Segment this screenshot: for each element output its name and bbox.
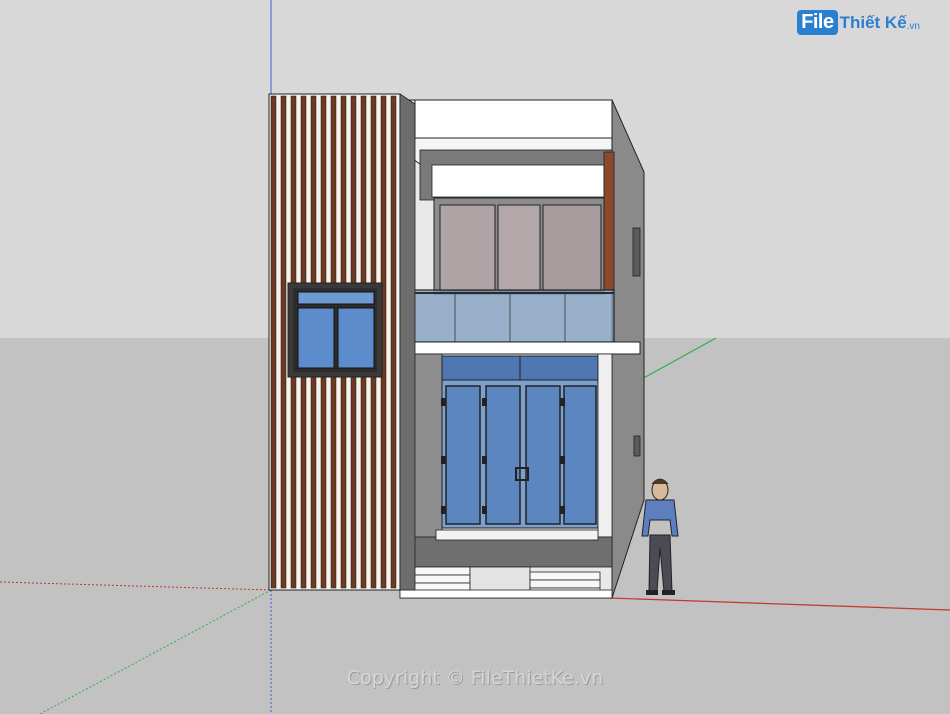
model-viewport[interactable]: File Thiết Kế .vn Copyright © FileThietK… (0, 0, 950, 714)
tower-window-left-pane (297, 307, 335, 369)
upper-glass-2 (497, 204, 541, 292)
balcony-slab (399, 341, 641, 355)
scene-canvas (0, 0, 950, 714)
entry-pier (597, 353, 613, 538)
louver-tower-side (399, 93, 416, 591)
tower-window-top-light (297, 291, 375, 305)
logo-brand-text: Thiết Kế (839, 12, 907, 32)
side-window-lower (633, 435, 641, 457)
logo-tld-text: .vn (906, 21, 920, 32)
louver-slat (390, 95, 397, 589)
ramp (469, 566, 531, 594)
plinth (399, 589, 613, 599)
louver-slat (280, 95, 287, 589)
copyright-watermark: Copyright © FileThietKe.vn (346, 667, 604, 689)
side-window-upper (632, 227, 641, 277)
accent-pier (603, 151, 615, 291)
door-sill (435, 529, 599, 541)
louver-slat (270, 95, 277, 589)
balcony-railing (401, 289, 615, 343)
upper-glass-1 (439, 204, 496, 292)
porch-floor (399, 536, 613, 568)
roof-parapet (414, 99, 613, 139)
upper-beam (431, 164, 605, 198)
upper-glass-3 (542, 204, 602, 292)
logo-file-text: File (797, 10, 838, 35)
tower-window-right-pane (337, 307, 375, 369)
site-logo: File Thiết Kế .vn (797, 10, 920, 35)
